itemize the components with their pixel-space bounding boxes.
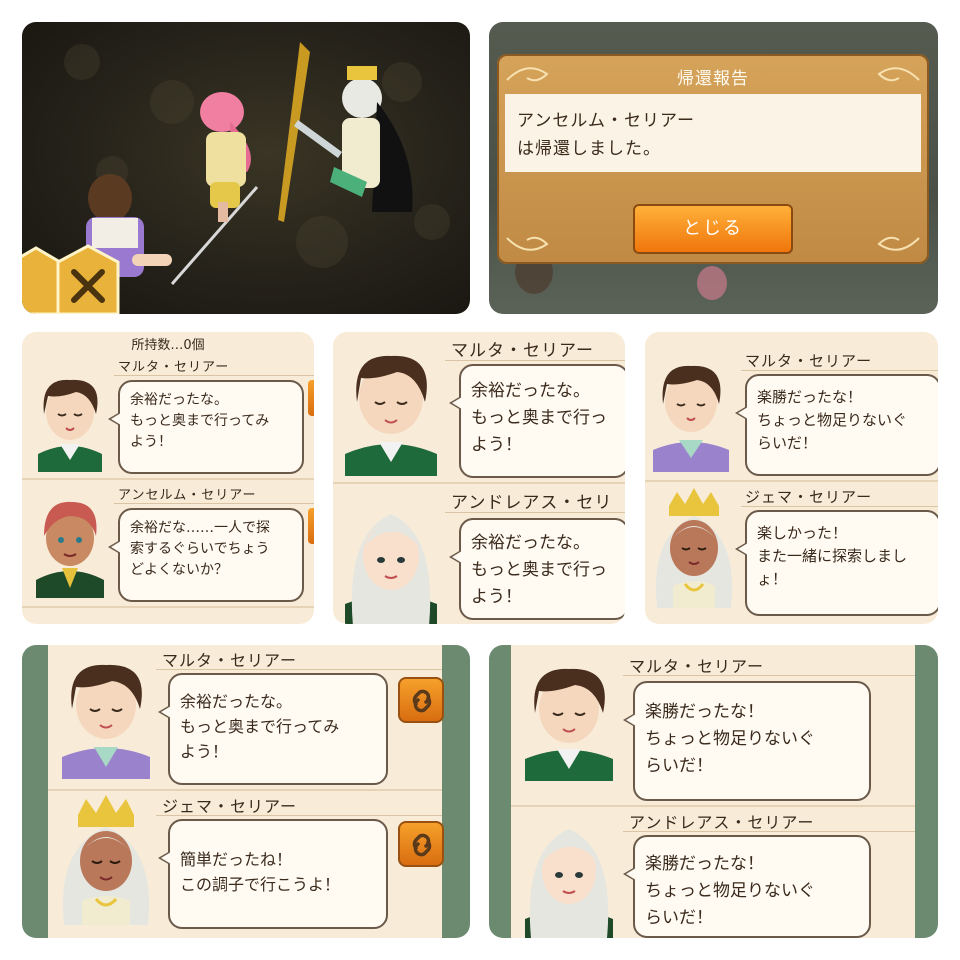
dialogue-panel-5: マルタ・セリアー 楽勝だったな！ ちょっと物足りないぐ らいだ！ アンドレアス・セリ… (489, 645, 938, 938)
character-portrait-icon (525, 668, 613, 781)
divider (445, 360, 625, 361)
speech-bubble: 簡単だったね！ この調子で行こうよ！ (158, 819, 388, 929)
speaker-name: マルタ・セリアー (162, 651, 298, 670)
link-button[interactable] (398, 821, 444, 867)
avatar-marta (519, 657, 619, 785)
speaker-name: マルタ・セリアー (629, 657, 765, 676)
game-scene (22, 22, 470, 314)
speaker-name: マルタ・セリアー (451, 341, 594, 361)
dialogue-panel-1: 所持数…0個 マルタ・セリアー 余裕だったな。 もっと奥まで行ってみ よう！ アンセ… (22, 332, 314, 624)
divider (645, 480, 938, 482)
background-character (697, 266, 727, 300)
crown-icon (78, 795, 134, 827)
avatar-andreas (339, 494, 443, 624)
avatar-marta (339, 342, 443, 480)
link-button[interactable] (398, 677, 444, 723)
divider (22, 478, 314, 480)
speaker-name: マルタ・セリアー (118, 360, 230, 375)
avatar-marta (30, 368, 110, 478)
avatar-marta (56, 653, 156, 783)
divider (623, 831, 915, 832)
crown-icon (669, 488, 719, 516)
item-count: 所持数…0個 (131, 338, 205, 353)
character-portrait-icon (62, 795, 150, 925)
speech-bubble: 楽勝だったな！ ちょっと物足りないぐ らいだ！ (623, 681, 871, 801)
dialog-message-line2: は帰還しました。 (517, 139, 661, 159)
dialogue-panel-3: マルタ・セリアー 楽勝だったな！ ちょっと物足りないぐ らいだ！ ジェマ・セリアー … (645, 332, 938, 624)
return-report-screen: 帰還報告 アンセルム・セリアー は帰還しました。 とじる (489, 22, 938, 314)
speech-bubble: 楽勝だったな！ ちょっと物足りないぐ らいだ！ (735, 374, 938, 476)
speech-bubble: 余裕だな……一人で探 索するぐらいでちょう どよくないか？ (108, 508, 304, 602)
dialog-message-line1: アンセルム・セリアー (517, 111, 695, 131)
close-button[interactable]: とじる (633, 204, 793, 254)
link-button[interactable] (308, 508, 314, 544)
return-dialog: 帰還報告 アンセルム・セリアー は帰還しました。 とじる (497, 54, 929, 264)
avatar-anselm (30, 488, 110, 602)
character-portrait-icon (38, 379, 102, 478)
divider (48, 789, 442, 791)
divider (445, 512, 625, 513)
dialogue-panel-2: マルタ・セリアー 余裕だったな。 もっと奥まで行っ よう！ アンドレアス・セリ 余裕… (333, 332, 625, 624)
divider (623, 675, 915, 676)
speech-bubble: 楽勝だったな！ ちょっと物足りないぐ らいだ！ (623, 835, 871, 938)
character-portrait-icon (653, 365, 729, 472)
character-portrait-icon (36, 501, 104, 598)
avatar-andreas (519, 813, 619, 938)
divider (741, 506, 938, 507)
avatar-marta (649, 354, 733, 476)
divider (114, 375, 314, 376)
speech-bubble: 余裕だったな。 もっと奥まで行ってみ よう！ (158, 673, 388, 785)
divider (156, 815, 442, 816)
game-scene-art (22, 42, 450, 314)
speaker-name: アンドレアス・セリアー (629, 813, 815, 832)
link-button[interactable] (308, 380, 314, 416)
avatar-gemma (56, 793, 156, 929)
avatar-gemma (649, 486, 739, 612)
speaker-name: マルタ・セリアー (745, 352, 873, 370)
dialog-title: 帰還報告 (677, 69, 749, 89)
character-portrait-icon (525, 829, 613, 938)
divider (156, 669, 442, 670)
chain-link-icon (412, 689, 432, 713)
dialogue-panel-4: マルタ・セリアー 余裕だったな。 もっと奥まで行ってみ よう！ ジェマ・セリアー 簡… (22, 645, 470, 938)
speaker-name: アンドレアス・セリ (451, 493, 613, 513)
skill-buttons[interactable] (22, 244, 120, 314)
chain-link-icon (412, 833, 432, 857)
character-portrait-icon (62, 664, 150, 779)
speech-bubble: 余裕だったな。 もっと奥まで行ってみ よう！ (108, 380, 304, 474)
divider (114, 503, 314, 504)
speech-bubble: 余裕だったな。 もっと奥まで行っ よう！ (449, 364, 625, 478)
speech-bubble: 楽しかった！ また一緒に探索しまし ょ！ (735, 510, 938, 616)
speech-bubble: 余裕だったな。 もっと奥まで行っ よう！ (449, 518, 625, 620)
divider (333, 482, 625, 484)
character-portrait-icon (345, 514, 437, 624)
divider (511, 805, 915, 807)
divider (22, 606, 314, 608)
divider (741, 370, 938, 371)
character-portrait-icon (655, 488, 733, 608)
dialog-body: アンセルム・セリアー は帰還しました。 (505, 94, 921, 172)
speaker-name: アンセルム・セリアー (118, 488, 257, 503)
speaker-name: ジェマ・セリアー (162, 797, 298, 816)
speaker-name: ジェマ・セリアー (745, 488, 873, 506)
character-portrait-icon (345, 355, 437, 476)
